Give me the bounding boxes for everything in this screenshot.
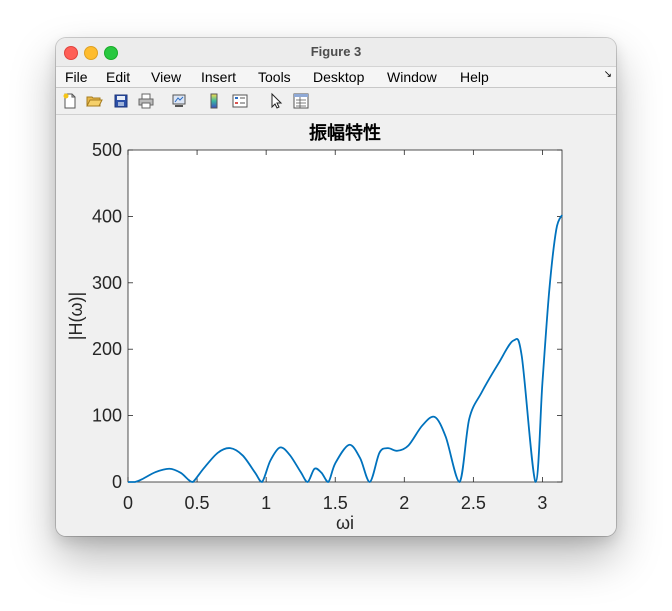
chart-title: 振幅特性	[309, 122, 381, 143]
y-axis-label: |H(ω)|	[66, 292, 86, 340]
y-tick-label: 200	[92, 339, 122, 359]
chart[interactable]: 0 0.5 1 1.5 2 2.5 3 0 100 200 300 400 500 振幅特性 ωi |H…	[56, 115, 616, 536]
link-plot-icon[interactable]	[170, 92, 188, 110]
menu-edit[interactable]: Edit	[106, 68, 130, 86]
x-tick-label: 0	[123, 493, 133, 513]
property-inspector-icon[interactable]	[292, 92, 310, 110]
x-tick-label: 3	[537, 493, 547, 513]
toolbar	[56, 88, 616, 115]
dock-arrow-icon[interactable]: ↘	[604, 69, 612, 80]
menu-insert[interactable]: Insert	[201, 68, 236, 86]
window-title: Figure 3	[310, 44, 362, 59]
y-tick-label: 500	[92, 140, 122, 160]
edit-plot-icon[interactable]	[267, 92, 285, 110]
x-tick-label: 2.5	[461, 493, 486, 513]
axes-box[interactable]	[127, 149, 563, 483]
x-tick-label: 2	[399, 493, 409, 513]
figure-window: Figure 3 File Edit View Insert Tools Des…	[56, 38, 616, 536]
y-tick-label: 400	[92, 206, 122, 226]
menu-tools[interactable]: Tools	[258, 68, 291, 86]
y-tick-label: 300	[92, 273, 122, 293]
x-axis-label: ωi	[336, 513, 354, 533]
y-tick-label: 100	[92, 406, 122, 426]
save-icon[interactable]	[112, 92, 130, 110]
menu-file[interactable]: File	[65, 68, 88, 86]
title-bar[interactable]: Figure 3	[56, 38, 616, 67]
figure-canvas[interactable]: 0 0.5 1 1.5 2 2.5 3 0 100 200 300 400 500 振幅特性 ωi |H…	[56, 115, 616, 536]
print-icon[interactable]	[137, 92, 155, 110]
menu-desktop[interactable]: Desktop	[313, 68, 364, 86]
new-figure-icon[interactable]	[61, 92, 79, 110]
open-file-icon[interactable]	[85, 92, 103, 110]
x-tick-label: 1	[261, 493, 271, 513]
x-tick-label: 1.5	[323, 493, 348, 513]
menu-bar: File Edit View Insert Tools Desktop Wind…	[56, 67, 616, 88]
menu-help[interactable]: Help	[460, 68, 489, 86]
legend-icon[interactable]	[231, 92, 249, 110]
menu-view[interactable]: View	[151, 68, 181, 86]
colorbar-icon[interactable]	[205, 92, 223, 110]
y-tick-label: 0	[112, 472, 122, 492]
x-tick-label: 0.5	[185, 493, 210, 513]
menu-window[interactable]: Window	[387, 68, 437, 86]
